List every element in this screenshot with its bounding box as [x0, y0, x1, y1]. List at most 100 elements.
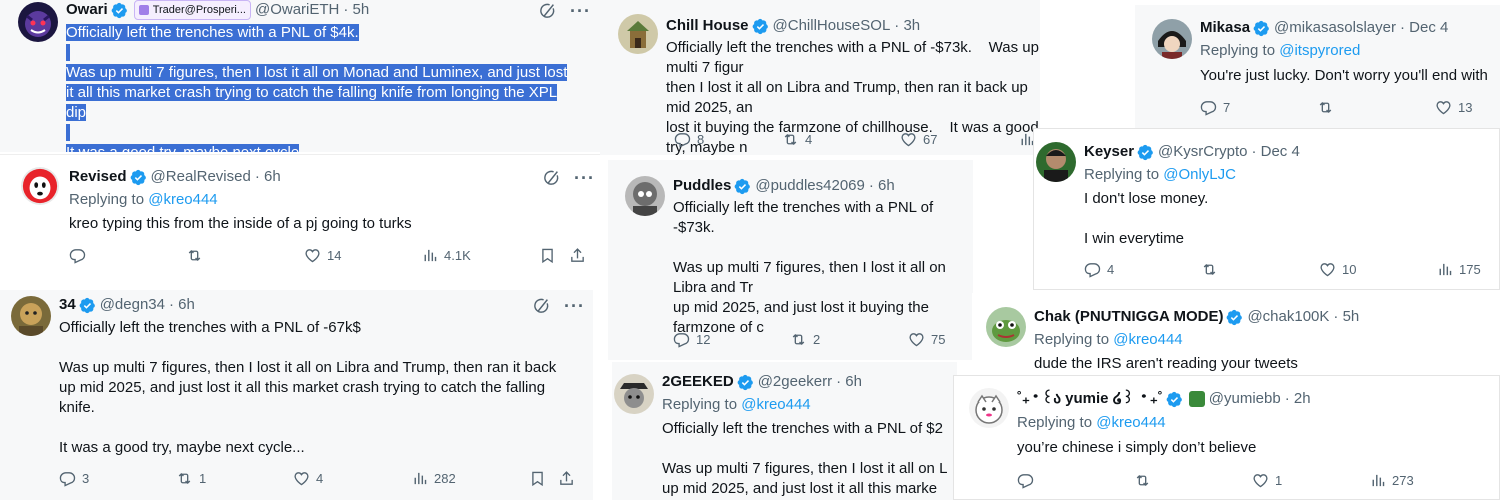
tweet-34[interactable]: 34 @degn34 · 6h ··· Officially left the … — [0, 290, 593, 500]
handle[interactable]: @OwariETH — [255, 0, 339, 20]
share-icon — [569, 247, 586, 264]
timestamp[interactable]: · 6h — [836, 372, 862, 392]
display-name[interactable]: Mikasa — [1200, 18, 1250, 38]
grok-icon[interactable] — [538, 2, 556, 20]
repost-button[interactable] — [1201, 261, 1218, 278]
verified-icon — [79, 297, 96, 314]
bookmark-button[interactable] — [539, 247, 556, 264]
tweet-revised[interactable]: Revised @RealRevised · 6h ··· Replying t… — [0, 155, 603, 273]
avatar[interactable] — [21, 167, 59, 205]
timestamp[interactable]: · Dec 4 — [1251, 142, 1299, 162]
like-button[interactable]: 4 — [293, 470, 323, 487]
more-icon[interactable]: ··· — [564, 297, 585, 315]
views-icon — [1369, 472, 1386, 489]
like-button[interactable]: 1 — [1252, 472, 1282, 489]
share-button[interactable] — [558, 470, 575, 487]
reply-button[interactable]: 4 — [1084, 261, 1114, 278]
repost-button[interactable]: 1 — [176, 470, 206, 487]
more-icon[interactable]: ··· — [574, 169, 595, 187]
views-button[interactable]: 273 — [1369, 472, 1414, 489]
tweet-chill-house[interactable]: Chill House @ChillHouseSOL · 3h Official… — [600, 0, 1040, 155]
avatar[interactable] — [614, 374, 654, 414]
replying-label: Replying to — [662, 396, 742, 413]
reply-button[interactable]: 7 — [1200, 99, 1230, 116]
grok-icon[interactable] — [532, 297, 550, 315]
handle[interactable]: @2geekerr — [758, 372, 832, 392]
timestamp[interactable]: · Dec 4 — [1400, 18, 1448, 38]
display-name[interactable]: 2GEEKED — [662, 372, 734, 392]
like-button[interactable]: 13 — [1435, 99, 1472, 116]
avatar[interactable] — [1152, 19, 1192, 59]
replying-to-link[interactable]: @kreo444 — [148, 191, 217, 208]
replying-to-link[interactable]: @kreo444 — [1096, 414, 1165, 431]
replying-to-link[interactable]: @kreo444 — [1113, 331, 1182, 348]
reply-button[interactable]: 12 — [673, 331, 710, 348]
tweet-2geeked[interactable]: 2GEEKED @2geekerr · 6h Replying to @kreo… — [612, 362, 957, 500]
views-button[interactable]: 4.1K — [421, 247, 471, 264]
replying-to-link[interactable]: @kreo444 — [741, 396, 810, 413]
views-button[interactable]: 282 — [411, 470, 456, 487]
like-count: 13 — [1458, 100, 1473, 115]
avatar[interactable] — [969, 388, 1009, 428]
display-name[interactable]: Puddles — [673, 176, 731, 196]
timestamp[interactable]: · 3h — [894, 16, 920, 36]
repost-button[interactable] — [1317, 99, 1334, 116]
reply-button[interactable]: 3 — [59, 470, 89, 487]
reply-count: 8 — [697, 132, 705, 147]
repost-button[interactable]: 4 — [782, 131, 812, 148]
replying-to-link[interactable]: @OnlyLJC — [1163, 166, 1236, 183]
avatar[interactable] — [618, 14, 658, 54]
reply-button[interactable] — [1017, 472, 1034, 489]
avatar[interactable] — [18, 2, 58, 42]
repost-button[interactable] — [186, 247, 203, 264]
display-name[interactable]: Keyser — [1084, 142, 1134, 162]
views-button[interactable]: 175 — [1436, 261, 1481, 278]
affiliation-icon[interactable] — [1188, 391, 1205, 407]
timestamp[interactable]: · 6h — [869, 176, 895, 196]
affiliation-badge[interactable]: Trader@Prosperi... — [133, 0, 251, 20]
bookmark-button[interactable] — [529, 470, 546, 487]
timestamp[interactable]: · 5h — [1333, 307, 1359, 327]
timestamp[interactable]: · 5h — [343, 0, 369, 20]
handle[interactable]: @puddles42069 — [755, 176, 864, 196]
timestamp[interactable]: · 6h — [169, 295, 195, 315]
reply-button[interactable]: 8 — [674, 131, 704, 148]
display-name[interactable]: Chill House — [666, 16, 749, 36]
tweet-mikasa[interactable]: Mikasa @mikasasolslayer · Dec 4 Replying… — [1135, 5, 1500, 130]
repost-button[interactable]: 2 — [790, 331, 820, 348]
handle[interactable]: @KysrCrypto — [1158, 142, 1247, 162]
avatar[interactable] — [986, 307, 1026, 347]
handle[interactable]: @yumiebb — [1209, 389, 1281, 409]
avatar[interactable] — [625, 176, 665, 216]
like-button[interactable]: 14 — [304, 247, 341, 264]
share-button[interactable] — [569, 247, 586, 264]
replying-to-link[interactable]: @itspyrored — [1279, 42, 1360, 59]
display-name[interactable]: Owari — [66, 0, 108, 20]
like-button[interactable]: 75 — [908, 331, 945, 348]
tweet-yumie[interactable]: ˚₊‧꒰ა yumie ໒꒱ ‧₊˚ @yumiebb · 2h Replyin… — [953, 375, 1500, 500]
display-name[interactable]: 34 — [59, 295, 76, 315]
display-name[interactable]: Chak (PNUTNIGGA MODE) — [1034, 307, 1223, 327]
tweet-owari[interactable]: Owari Trader@Prosperi... @OwariETH · 5h … — [0, 0, 600, 152]
timestamp[interactable]: · 6h — [255, 167, 281, 187]
handle[interactable]: @chak100K — [1247, 307, 1329, 327]
avatar[interactable] — [11, 296, 51, 336]
tweet-chak[interactable]: Chak (PNUTNIGGA MODE) @chak100K · 5h Rep… — [972, 293, 1500, 378]
grok-icon[interactable] — [542, 169, 560, 187]
handle[interactable]: @mikasasolslayer — [1274, 18, 1396, 38]
like-button[interactable]: 10 — [1319, 261, 1356, 278]
like-button[interactable]: 67 — [900, 131, 937, 148]
handle[interactable]: @degn34 — [100, 295, 165, 315]
handle[interactable]: @ChillHouseSOL — [773, 16, 891, 36]
tweet-text: dude the IRS aren't reading your tweets — [1034, 355, 1298, 372]
tweet-keyser[interactable]: Keyser @KysrCrypto · Dec 4 Replying to @… — [1033, 128, 1500, 290]
handle[interactable]: @RealRevised — [151, 167, 251, 187]
display-name[interactable]: Revised — [69, 167, 127, 187]
more-icon[interactable]: ··· — [570, 2, 591, 20]
repost-button[interactable] — [1134, 472, 1151, 489]
avatar[interactable] — [1036, 142, 1076, 182]
tweet-puddles[interactable]: Puddles @puddles42069 · 6h Officially le… — [608, 160, 973, 360]
reply-button[interactable] — [69, 247, 86, 264]
display-name[interactable]: ˚₊‧꒰ა yumie ໒꒱ ‧₊˚ — [1017, 389, 1163, 409]
timestamp[interactable]: · 2h — [1285, 389, 1311, 409]
